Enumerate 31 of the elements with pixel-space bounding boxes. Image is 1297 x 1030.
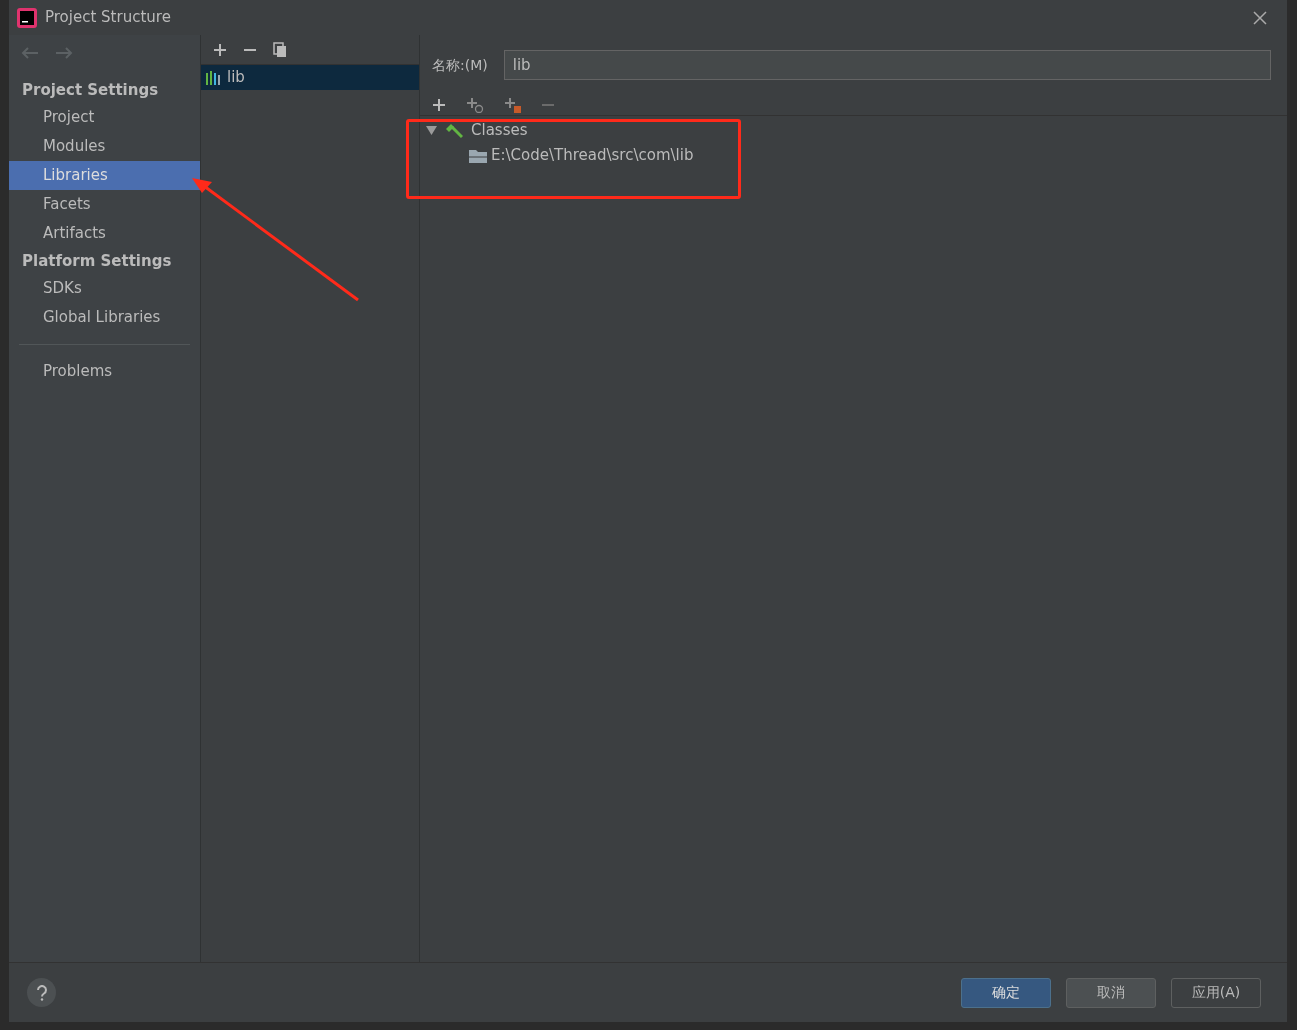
name-field[interactable]: lib bbox=[503, 50, 1271, 80]
sidebar-item[interactable]: Libraries bbox=[9, 161, 200, 190]
sidebar-item[interactable]: Artifacts bbox=[9, 219, 200, 248]
section-heading: Project Settings bbox=[21, 79, 160, 101]
sidebar-item[interactable]: Facets bbox=[9, 190, 200, 219]
copy-icon[interactable] bbox=[273, 41, 287, 58]
dialog-button[interactable]: 取消 bbox=[1066, 977, 1156, 1008]
close-icon[interactable] bbox=[1253, 10, 1267, 25]
add-icon[interactable] bbox=[213, 42, 227, 57]
folder-icon bbox=[469, 148, 487, 163]
hammer-icon bbox=[445, 122, 463, 139]
add-icon[interactable] bbox=[432, 97, 446, 112]
expanded-triangle-icon[interactable] bbox=[426, 125, 437, 136]
sidebar-item[interactable]: Problems bbox=[9, 357, 200, 386]
sidebar-item[interactable]: SDKs bbox=[9, 274, 200, 303]
sidebar-item[interactable]: Modules bbox=[9, 132, 200, 161]
sidebar-item[interactable]: Project bbox=[9, 103, 200, 132]
help-icon bbox=[36, 984, 47, 1001]
sidebar-item[interactable]: Global Libraries bbox=[9, 303, 200, 332]
app-logo-icon bbox=[17, 7, 37, 28]
dialog-button[interactable]: 确定 bbox=[961, 977, 1051, 1008]
add-url-icon[interactable] bbox=[466, 96, 484, 113]
tree-node[interactable]: E:\Code\Thread\src\com\lib bbox=[420, 143, 1287, 168]
library-icon bbox=[205, 69, 223, 86]
name-label: 名称:(M) bbox=[432, 55, 488, 75]
tree-node[interactable]: Classes bbox=[420, 118, 1287, 143]
window-title: Project Structure bbox=[45, 7, 171, 29]
section-heading: Platform Settings bbox=[21, 250, 173, 272]
library-item[interactable]: lib bbox=[201, 65, 419, 90]
add-jar-icon[interactable] bbox=[504, 96, 522, 113]
help-button[interactable] bbox=[27, 978, 56, 1007]
